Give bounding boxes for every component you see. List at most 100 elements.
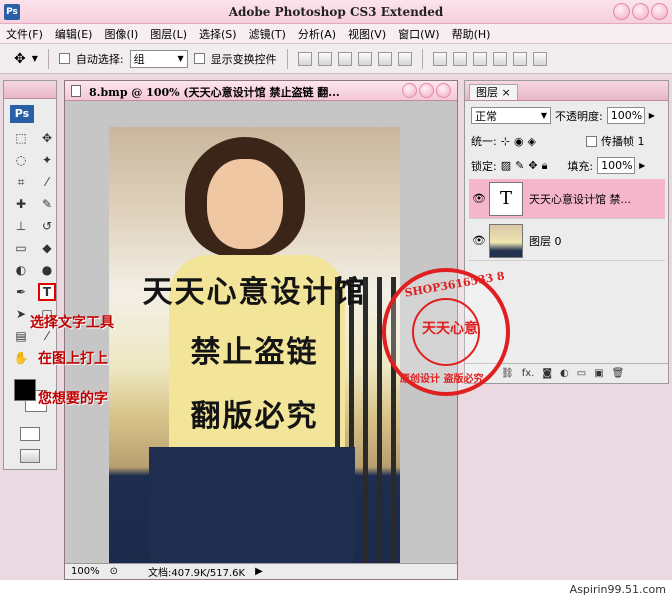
magic-wand-tool-icon[interactable]: ✦ xyxy=(38,151,56,169)
canvas-text-line-2: 禁止盗链 xyxy=(190,335,319,370)
panel-tab-bar: 图层 × xyxy=(465,81,668,101)
zoom-level[interactable]: 100% xyxy=(71,566,100,577)
toolbox-header[interactable] xyxy=(4,81,56,99)
eyedropper-tool-icon[interactable]: ⁄ xyxy=(38,173,56,191)
show-transform-checkbox[interactable] xyxy=(193,53,205,64)
distribute-bottom-icon[interactable] xyxy=(472,51,487,66)
layer-name[interactable]: 天天心意设计馆 禁... xyxy=(529,191,631,207)
layer-name[interactable]: 图层 0 xyxy=(529,233,562,249)
eye-icon[interactable]: 👁︎ xyxy=(469,192,489,205)
blend-mode-dropdown[interactable]: 正常 ▼ xyxy=(471,107,551,124)
dodge-tool-icon[interactable]: ● xyxy=(38,261,56,279)
history-brush-tool-icon[interactable]: ↺ xyxy=(38,217,56,235)
window-controls xyxy=(613,3,668,20)
stamp-bottom-text: 原创设计 盗版必究 xyxy=(400,374,484,385)
layer-row-text[interactable]: 👁︎ T 天天心意设计馆 禁... xyxy=(469,179,665,219)
opacity-arrow-icon[interactable]: ▶ xyxy=(649,111,655,120)
layer-mask-icon[interactable]: ◙ xyxy=(542,368,552,379)
move-tool-icon[interactable]: ✥ xyxy=(14,51,26,67)
lock-transparent-icon[interactable]: ▨ xyxy=(501,159,511,172)
doc-close-button[interactable] xyxy=(436,83,451,98)
distribute-hcenter-icon[interactable] xyxy=(512,51,527,66)
stamp-tool-icon[interactable]: ⊥ xyxy=(12,217,30,235)
propagate-checkbox[interactable] xyxy=(586,135,598,147)
canvas-text-line-3: 翻版必究 xyxy=(190,399,319,434)
paint-bucket-tool-icon[interactable]: ◆ xyxy=(38,239,56,257)
doc-maximize-button[interactable] xyxy=(419,83,434,98)
fill-input[interactable]: 100% xyxy=(597,157,636,174)
adjustment-layer-icon[interactable]: ◐ xyxy=(560,368,569,379)
lock-all-icon[interactable]: 🔒︎ xyxy=(542,159,548,173)
crop-tool-icon[interactable]: ⌗ xyxy=(12,173,30,191)
toolbox: Ps ⬚ ✥ ◌ ✦ ⌗ ⁄ ✚ ✎ ⊥ ↺ ▭ ◆ ◐ ● ✒ T ➤ □ ▤… xyxy=(3,80,57,470)
menu-analysis[interactable]: 分析(A) xyxy=(298,26,336,42)
distribute-left-icon[interactable] xyxy=(492,51,507,66)
new-layer-icon[interactable]: ▣ xyxy=(594,368,603,379)
menu-file[interactable]: 文件(F) xyxy=(6,26,43,42)
opacity-input[interactable]: 100% xyxy=(606,107,645,124)
tool-preset-arrow-icon[interactable]: ▼ xyxy=(32,54,38,63)
layer-row-image[interactable]: 👁︎ 图层 0 xyxy=(469,221,665,261)
tab-layers[interactable]: 图层 × xyxy=(469,84,518,100)
maximize-button[interactable] xyxy=(632,3,649,20)
align-bottom-icon[interactable] xyxy=(337,51,352,66)
hand-tool-icon[interactable]: ✋ xyxy=(12,349,30,367)
status-arrow-icon[interactable]: ▶ xyxy=(255,566,263,577)
marquee-tool-icon[interactable]: ⬚ xyxy=(12,129,30,147)
menu-help[interactable]: 帮助(H) xyxy=(452,26,491,42)
opacity-label: 不透明度: xyxy=(555,109,603,123)
layer-style-button[interactable]: fx. xyxy=(522,368,535,379)
menu-select[interactable]: 选择(S) xyxy=(199,26,237,42)
distribute-vcenter-icon[interactable] xyxy=(452,51,467,66)
align-top-icon[interactable] xyxy=(297,51,312,66)
unify-visibility-icon[interactable]: ◉ xyxy=(514,135,524,148)
quick-mask-icon[interactable] xyxy=(20,427,40,441)
path-selection-tool-icon[interactable]: ➤ xyxy=(12,305,30,323)
menu-window[interactable]: 窗口(W) xyxy=(398,26,439,42)
footer-strip: Aspirin99.51.com xyxy=(0,580,672,600)
blur-tool-icon[interactable]: ◐ xyxy=(12,261,30,279)
site-watermark: Aspirin99.51.com xyxy=(569,583,666,596)
auto-select-dropdown[interactable]: 组 ▼ xyxy=(129,49,188,68)
align-hcenter-icon[interactable] xyxy=(377,51,392,66)
align-vcenter-icon[interactable] xyxy=(317,51,332,66)
doc-minimize-button[interactable] xyxy=(402,83,417,98)
move-tool-icon[interactable]: ✥ xyxy=(38,129,56,147)
screen-mode-icon[interactable] xyxy=(20,449,40,463)
distribute-top-icon[interactable] xyxy=(432,51,447,66)
notes-tool-icon[interactable]: ▤ xyxy=(12,327,30,345)
document-tab[interactable]: 8.bmp @ 100% (天天心意设计馆 禁止盗链 翻... xyxy=(65,81,457,101)
status-menu-icon[interactable]: ⊙ xyxy=(110,566,118,577)
unify-position-icon[interactable]: ⊹ xyxy=(501,135,510,148)
new-group-icon[interactable]: ▭ xyxy=(577,368,586,379)
close-button[interactable] xyxy=(651,3,668,20)
menu-filter[interactable]: 滤镜(T) xyxy=(249,26,286,42)
lock-position-icon[interactable]: ✥ xyxy=(528,159,537,172)
menu-view[interactable]: 视图(V) xyxy=(348,26,386,42)
menu-layer[interactable]: 图层(L) xyxy=(150,26,187,42)
delete-layer-icon[interactable]: 🗑︎ xyxy=(612,368,625,379)
stamp-center-text: 天天心意 xyxy=(422,321,478,337)
window-title: Adobe Photoshop CS3 Extended xyxy=(228,5,444,19)
auto-select-checkbox[interactable] xyxy=(58,53,70,64)
healing-brush-tool-icon[interactable]: ✚ xyxy=(12,195,30,213)
ps-logo-icon[interactable]: Ps xyxy=(10,105,34,123)
pen-tool-icon[interactable]: ✒ xyxy=(12,283,30,301)
align-right-icon[interactable] xyxy=(397,51,412,66)
menu-image[interactable]: 图像(I) xyxy=(104,26,138,42)
eraser-tool-icon[interactable]: ▭ xyxy=(12,239,30,257)
distribute-right-icon[interactable] xyxy=(532,51,547,66)
menu-edit[interactable]: 编辑(E) xyxy=(55,26,93,42)
link-layers-icon[interactable]: ⛓ xyxy=(501,368,514,379)
fill-arrow-icon[interactable]: ▶ xyxy=(639,161,645,170)
type-tool-icon[interactable]: T xyxy=(38,283,56,301)
align-left-icon[interactable] xyxy=(357,51,372,66)
foreground-color-swatch[interactable] xyxy=(14,379,36,401)
minimize-button[interactable] xyxy=(613,3,630,20)
lasso-tool-icon[interactable]: ◌ xyxy=(12,151,30,169)
eye-icon[interactable]: 👁︎ xyxy=(469,234,489,247)
brush-tool-icon[interactable]: ✎ xyxy=(38,195,56,213)
canvas-image[interactable]: 天天心意设计馆 禁止盗链 翻版必究 xyxy=(109,127,400,563)
unify-style-icon[interactable]: ◈ xyxy=(528,135,536,148)
lock-pixels-icon[interactable]: ✎ xyxy=(515,159,524,172)
